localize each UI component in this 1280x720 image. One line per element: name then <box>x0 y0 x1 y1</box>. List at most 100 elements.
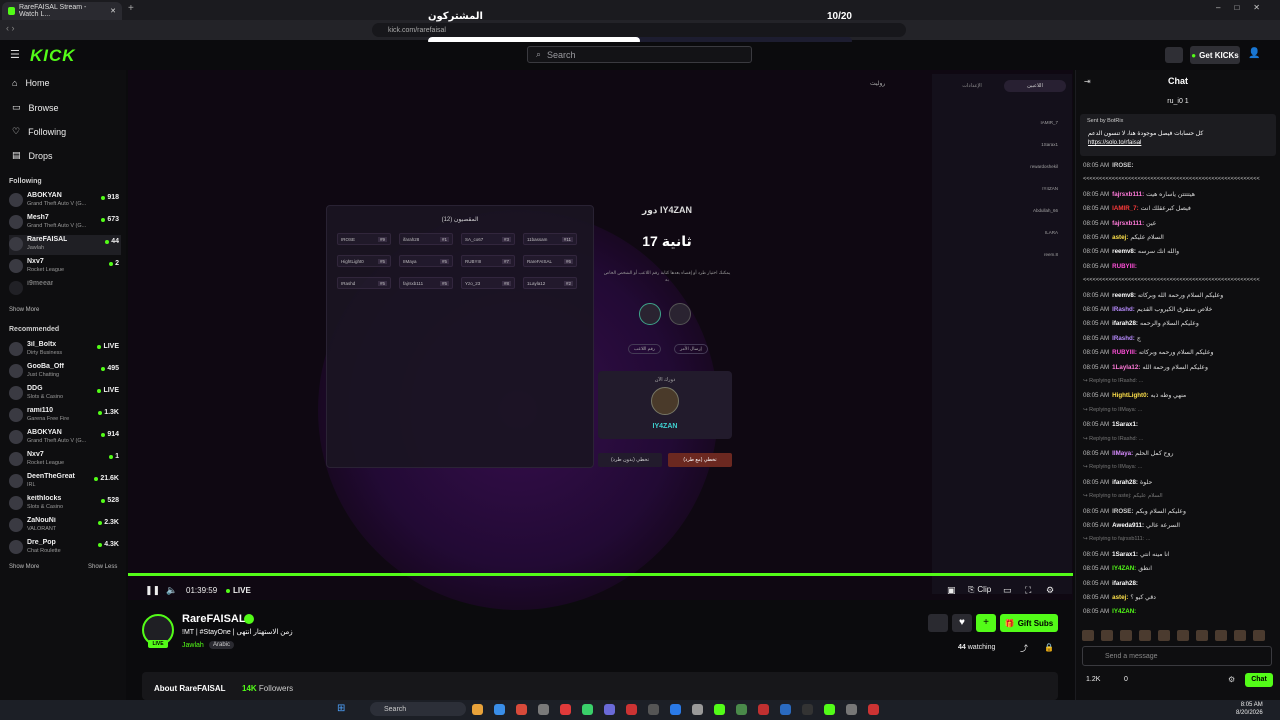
message-user[interactable]: Aweda911: <box>1112 522 1144 529</box>
message-user[interactable]: reemv8: <box>1112 248 1136 255</box>
volume-icon[interactable]: 🔈 <box>166 585 177 596</box>
browser-tab[interactable]: RareFAISAL Stream - Watch L... ✕ <box>2 2 122 20</box>
message-user[interactable]: HightLight0: <box>1112 392 1148 399</box>
message-user[interactable]: RUBYIII: <box>1112 349 1137 356</box>
notification-bell-button[interactable] <box>928 614 948 632</box>
message-user[interactable]: IY4ZAN: <box>1112 608 1136 615</box>
taskbar-app-icon[interactable] <box>692 704 703 715</box>
close-icon[interactable]: ✕ <box>110 7 116 15</box>
store-icon[interactable] <box>1165 47 1183 63</box>
theater-icon[interactable]: ▣ <box>947 585 956 596</box>
subscribe-button[interactable]: + <box>976 614 996 632</box>
pause-icon[interactable]: ❚❚ <box>145 585 160 596</box>
message-user[interactable]: ifarah28: <box>1112 479 1138 486</box>
taskbar-search[interactable]: Search <box>370 702 466 716</box>
new-tab-icon[interactable]: + <box>128 3 134 14</box>
taskbar-app-icon[interactable] <box>758 704 769 715</box>
show-less-button[interactable]: Show Less <box>88 564 117 570</box>
channel-name[interactable]: RareFAISAL <box>182 613 246 625</box>
stream-progress-bar[interactable] <box>128 573 1073 576</box>
message-user[interactable]: IRashd: <box>1112 335 1135 342</box>
message-user[interactable]: astej: <box>1112 234 1128 241</box>
nav-home[interactable]: ⌂ Home <box>12 78 49 88</box>
message-user[interactable]: fajrsxb111: <box>1112 191 1144 198</box>
message-user[interactable]: reemv8: <box>1112 292 1136 299</box>
sidebar-channel-recommended[interactable]: ABOKYAN Grand Theft Auto V (G... 914 <box>9 428 121 448</box>
taskbar-app-icon[interactable] <box>648 704 659 715</box>
sidebar-channel-recommended[interactable]: GooBa_Off Just Chatting 495 <box>9 362 121 382</box>
taskbar-app-icon[interactable] <box>626 704 637 715</box>
message-user[interactable]: 1Layla12: <box>1112 364 1140 371</box>
taskbar-app-icon[interactable] <box>582 704 593 715</box>
taskbar-app-icon[interactable] <box>736 704 747 715</box>
message-user[interactable]: ifarah28: <box>1112 320 1138 327</box>
sidebar-channel-recommended[interactable]: DeenTheGreat IRL 21.6K <box>9 472 121 492</box>
taskbar-app-icon[interactable] <box>714 704 725 715</box>
menu-icon[interactable]: ☰ <box>10 48 20 61</box>
chat-input[interactable]: Send a message <box>1082 646 1272 666</box>
taskbar-app-icon[interactable] <box>472 704 483 715</box>
sidebar-channel-recommended[interactable]: Dre_Pop Chat Roulette 4.3K <box>9 538 121 558</box>
taskbar-app-icon[interactable] <box>604 704 615 715</box>
lock-icon[interactable]: 🔒 <box>1044 643 1054 652</box>
sidebar-channel-following[interactable]: RareFAISAL Jawlah 44 <box>9 235 121 255</box>
sidebar-channel-following[interactable]: i9meear <box>9 279 121 299</box>
fullscreen-icon[interactable]: ⛶ <box>1025 585 1031 596</box>
channel-points[interactable]: 1.2K <box>1086 676 1100 683</box>
taskbar-app-icon[interactable] <box>538 704 549 715</box>
sidebar-channel-recommended[interactable]: 3il_Boltx Dirty Business LIVE <box>9 340 121 360</box>
taskbar-app-icon[interactable] <box>516 704 527 715</box>
message-user[interactable]: RUBYIII: <box>1112 263 1137 270</box>
search-input[interactable]: ⌕ Search <box>527 46 752 63</box>
share-icon[interactable]: ⤴ <box>1020 643 1028 654</box>
stream-category[interactable]: Jawlah <box>182 642 204 649</box>
message-user[interactable]: IRashd: <box>1112 306 1135 313</box>
message-user[interactable]: fajrsxb111: <box>1112 220 1144 227</box>
sidebar-channel-following[interactable]: Mesh7 Grand Theft Auto V (G... 673 <box>9 213 121 233</box>
pinned-link[interactable]: https://solo.to/rfaisal <box>1088 140 1141 146</box>
nav-following[interactable]: ♡ Following <box>12 126 66 137</box>
show-more-recommended[interactable]: Show More <box>9 564 39 570</box>
chat-send-button[interactable]: Chat <box>1245 673 1273 687</box>
taskbar-app-icon[interactable] <box>670 704 681 715</box>
kicks-balance[interactable]: 0 <box>1124 676 1128 683</box>
taskbar-app-icon[interactable] <box>494 704 505 715</box>
gift-subs-button[interactable]: 🎁 Gift Subs <box>1000 614 1058 632</box>
window-controls[interactable]: –□✕ <box>1216 3 1274 12</box>
message-user[interactable]: ifarah28: <box>1112 580 1138 587</box>
sidebar-channel-recommended[interactable]: rami110 Garena Free Fire 1.3K <box>9 406 121 426</box>
taskbar-app-icon[interactable] <box>560 704 571 715</box>
kick-logo[interactable]: KICK <box>30 46 76 66</box>
get-kicks-button[interactable]: ● Get KICKs <box>1190 46 1240 64</box>
message-user[interactable]: 1Sarax1: <box>1112 421 1138 428</box>
windows-start-icon[interactable]: ⊞ <box>337 703 345 714</box>
miniplayer-icon[interactable]: ▭ <box>1003 585 1012 596</box>
taskbar-app-icon[interactable] <box>868 704 879 715</box>
sidebar-channel-recommended[interactable]: DDG Slots & Casino LIVE <box>9 384 121 404</box>
emote-bar[interactable] <box>1082 630 1272 642</box>
language-tag[interactable]: Arabic <box>209 641 235 649</box>
sidebar-channel-following[interactable]: Nxv7 Rocket League 2 <box>9 257 121 277</box>
nav-drops[interactable]: ▤ Drops <box>12 150 53 161</box>
message-user[interactable]: IIMaya: <box>1112 450 1133 457</box>
clip-button[interactable]: ⎘ Clip <box>968 585 991 595</box>
taskbar-app-icon[interactable] <box>802 704 813 715</box>
follow-heart-button[interactable]: ♥ <box>952 614 972 632</box>
taskbar-app-icon[interactable] <box>846 704 857 715</box>
back-icon[interactable]: ‹ › <box>6 23 15 33</box>
message-user[interactable]: IAMIR_7: <box>1112 205 1138 212</box>
nav-browse[interactable]: ▭ Browse <box>12 102 59 113</box>
sidebar-channel-recommended[interactable]: ZaNouNi VALORANT 2.3K <box>9 516 121 536</box>
show-more-following[interactable]: Show More <box>9 307 39 313</box>
taskbar-app-icon[interactable] <box>780 704 791 715</box>
message-user[interactable]: IROSE: <box>1112 162 1133 169</box>
message-user[interactable]: IY4ZAN: <box>1112 565 1136 572</box>
message-user[interactable]: 1Sarax1: <box>1112 551 1138 558</box>
sidebar-channel-recommended[interactable]: keithlocks Slots & Casino 528 <box>9 494 121 514</box>
taskbar-app-icon[interactable] <box>824 704 835 715</box>
sidebar-channel-recommended[interactable]: Nxv7 Rocket League 1 <box>9 450 121 470</box>
chat-settings-icon[interactable]: ⚙ <box>1228 675 1235 684</box>
sidebar-channel-following[interactable]: ABOKYAN Grand Theft Auto V (G... 918 <box>9 191 121 211</box>
settings-gear-icon[interactable]: ⚙ <box>1046 585 1054 596</box>
user-icon[interactable]: 👤 <box>1248 48 1260 59</box>
